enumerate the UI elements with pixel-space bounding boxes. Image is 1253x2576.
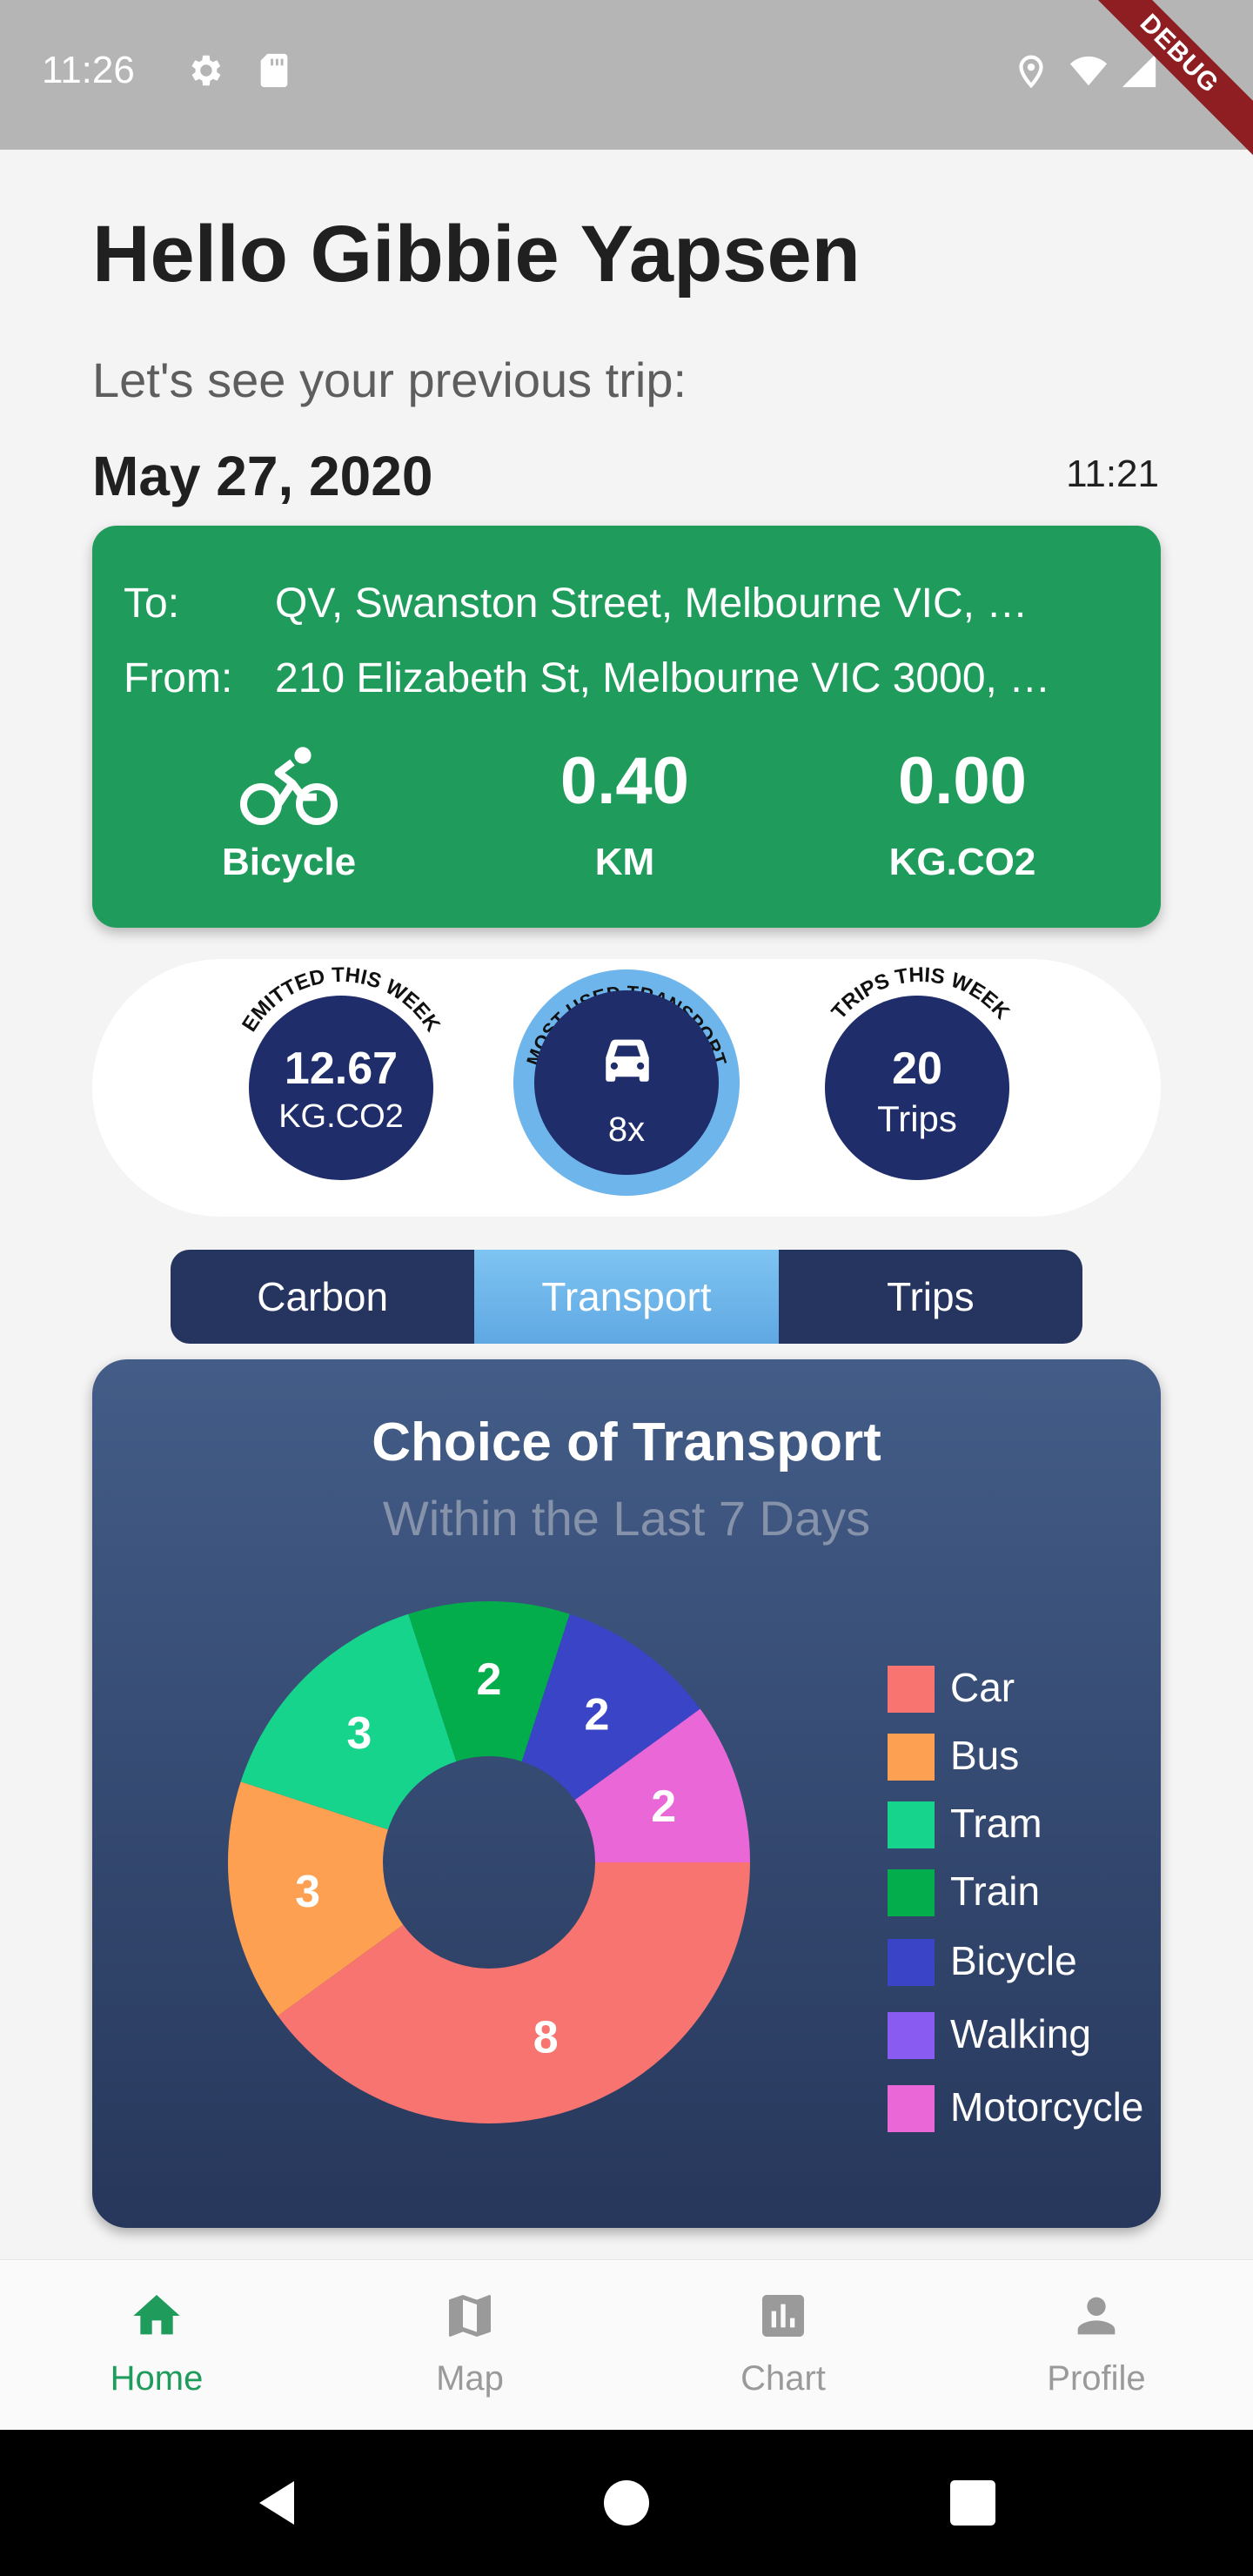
- donut-label-bus: 3: [295, 1867, 320, 1917]
- nav-home-label: Home: [110, 2359, 204, 2398]
- most-used-transport-circle: 8x: [534, 990, 719, 1175]
- legend-swatch: [888, 2012, 935, 2059]
- trips-this-week-circle: 20 Trips: [825, 996, 1009, 1180]
- legend-label: Motorcycle: [950, 2084, 1144, 2130]
- nav-profile[interactable]: Profile: [940, 2260, 1253, 2431]
- legend-label: Car: [950, 1665, 1015, 1710]
- legend-swatch: [888, 1734, 935, 1781]
- donut-label-train: 2: [477, 1654, 502, 1705]
- status-bar: 11:26 DEBUG: [0, 0, 1253, 178]
- legend-label: Train: [950, 1868, 1041, 1914]
- nav-map-label: Map: [436, 2359, 504, 2398]
- donut-label-tram: 3: [346, 1708, 372, 1759]
- bicycle-icon: [240, 747, 338, 825]
- legend-swatch: [888, 1939, 935, 1986]
- back-icon[interactable]: [254, 2477, 299, 2529]
- legend-label: Walking: [950, 2011, 1091, 2056]
- to-address: QV, Swanston Street, Melbourne VIC, …: [275, 580, 1029, 627]
- from-address: 210 Elizabeth St, Melbourne VIC 3000, …: [275, 655, 1051, 701]
- legend-swatch: [888, 1869, 935, 1916]
- legend-label: Tram: [950, 1801, 1042, 1846]
- status-time: 11:26: [42, 49, 135, 91]
- previous-trip-card[interactable]: To: QV, Swanston Street, Melbourne VIC, …: [92, 526, 1161, 928]
- home-icon: [133, 2295, 180, 2335]
- nav-profile-label: Profile: [1047, 2359, 1146, 2398]
- most-used-count: 8x: [607, 1110, 646, 1149]
- tab-carbon[interactable]: Carbon: [171, 1250, 475, 1344]
- bottom-navigation: Home Map Chart Profile: [0, 2259, 1253, 2431]
- trip-emissions-unit: KG.CO2: [888, 841, 1036, 883]
- chart-tabs: Carbon Transport Trips: [171, 1250, 1082, 1344]
- from-label: From:: [124, 655, 233, 701]
- trip-time: 11:21: [1066, 453, 1159, 495]
- trips-unit: Trips: [877, 1098, 957, 1139]
- car-icon: [606, 1039, 649, 1082]
- trip-emissions-value: 0.00: [898, 744, 1027, 818]
- legend-label: Bus: [950, 1733, 1020, 1778]
- emitted-unit: KG.CO2: [278, 1098, 404, 1135]
- location-icon: [1019, 55, 1043, 89]
- trip-mode: Bicycle: [221, 841, 357, 883]
- emitted-this-week-circle: 12.67 KG.CO2: [249, 996, 433, 1180]
- profile-icon: [1077, 2297, 1116, 2335]
- legend-swatch: [888, 1666, 935, 1713]
- trips-value: 20: [892, 1043, 942, 1094]
- greeting-heading: Hello Gibbie Yapsen: [92, 210, 861, 299]
- nav-home[interactable]: Home: [0, 2260, 313, 2431]
- tab-transport[interactable]: Transport: [474, 1250, 779, 1344]
- home-button-icon[interactable]: [604, 2480, 649, 2526]
- trip-distance-unit: KM: [594, 841, 655, 883]
- nav-chart[interactable]: Chart: [626, 2260, 940, 2431]
- tab-trips[interactable]: Trips: [778, 1250, 1082, 1344]
- legend-swatch: [888, 1801, 935, 1848]
- subtitle: Let's see your previous trip:: [92, 352, 687, 407]
- trip-date: May 27, 2020: [92, 445, 433, 507]
- donut-label-car: 8: [533, 2013, 559, 2063]
- legend-swatch: [888, 2085, 935, 2132]
- system-navigation-bar: [0, 2430, 1253, 2576]
- wifi-icon: [1069, 56, 1108, 86]
- signal-icon: [1122, 53, 1156, 88]
- nav-map[interactable]: Map: [313, 2260, 626, 2431]
- donut-label-motorcycle: 2: [651, 1781, 676, 1832]
- settings-icon: [191, 55, 221, 86]
- chart-icon: [762, 2295, 804, 2337]
- emitted-value: 12.67: [284, 1043, 399, 1094]
- legend-label: Bicycle: [950, 1938, 1077, 1983]
- sd-card-icon: [260, 53, 288, 88]
- to-label: To:: [124, 580, 180, 627]
- trip-distance-value: 0.40: [560, 744, 689, 818]
- weekly-summary-panel: EMITTED THIS WEEK 12.67 KG.CO2 MOST USED…: [92, 959, 1161, 1217]
- recents-icon[interactable]: [950, 2480, 995, 2526]
- nav-chart-label: Chart: [740, 2359, 826, 2398]
- donut-label-bicycle: 2: [585, 1689, 610, 1740]
- map-icon: [449, 2295, 491, 2337]
- transport-chart-card: Choice of Transport Within the Last 7 Da…: [92, 1359, 1161, 2228]
